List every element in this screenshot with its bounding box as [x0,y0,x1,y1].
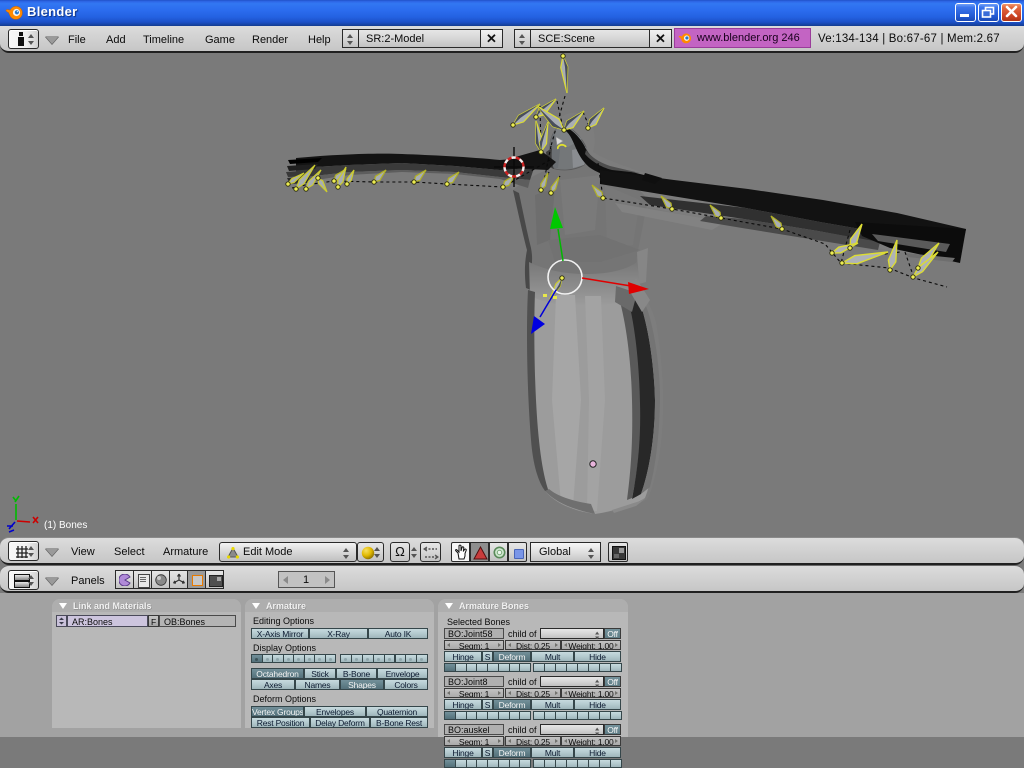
svg-text:(1) Bones: (1) Bones [44,520,87,531]
